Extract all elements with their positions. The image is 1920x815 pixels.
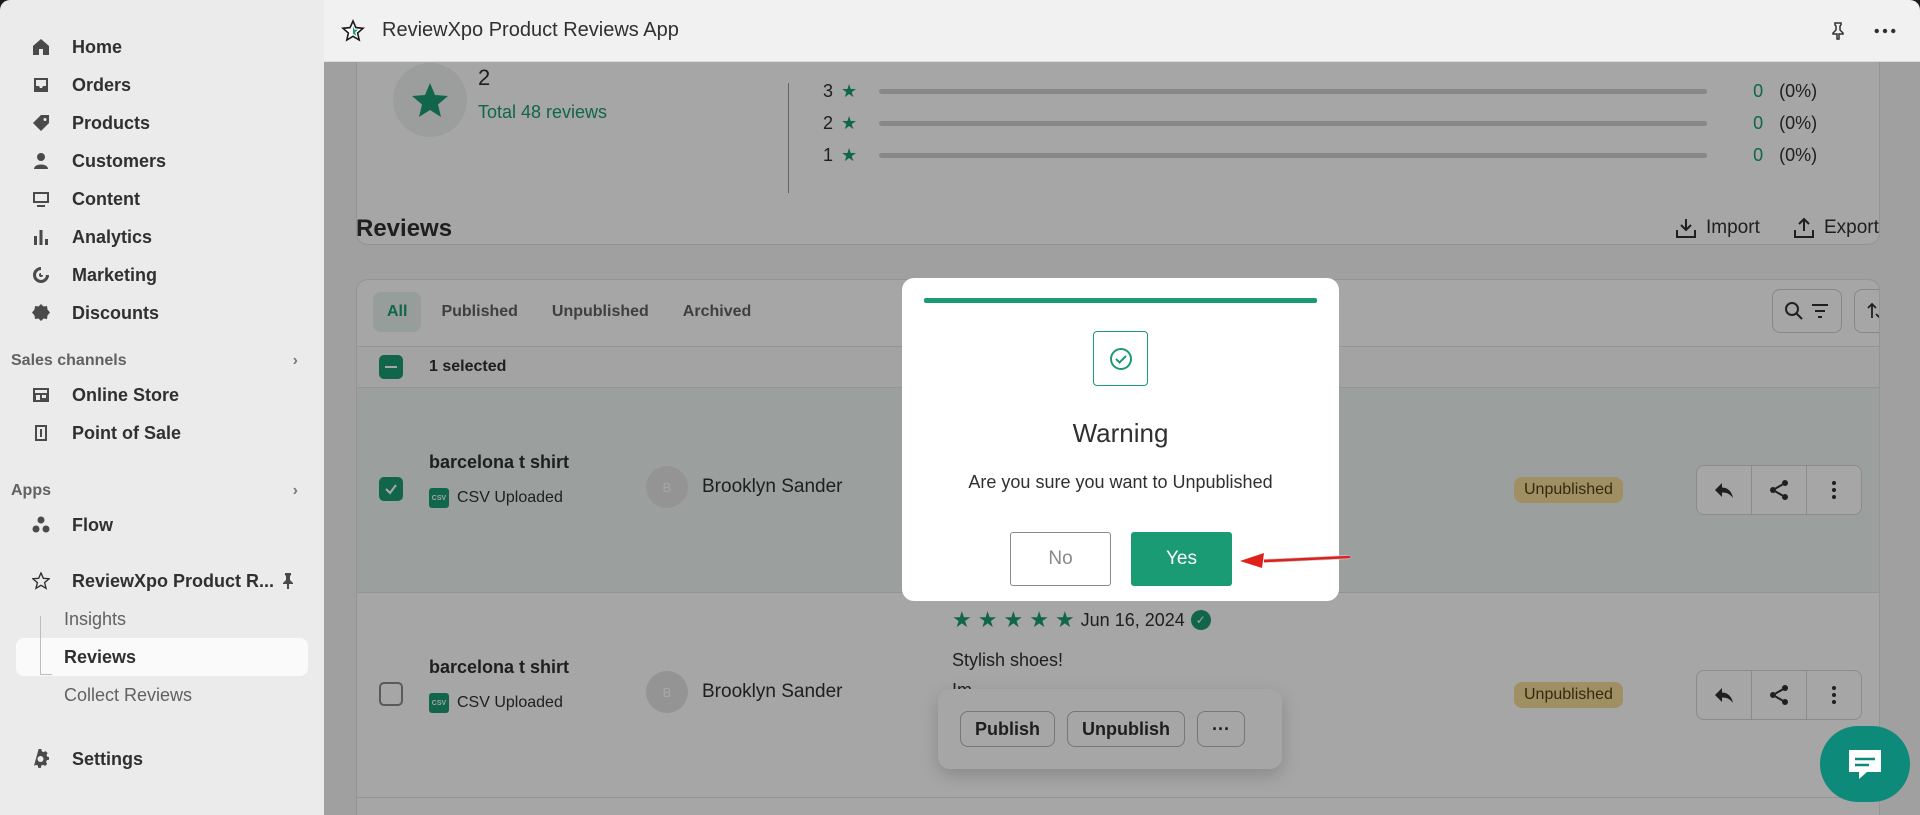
nav-label: Point of Sale xyxy=(72,422,182,443)
bar-chart-icon xyxy=(30,226,52,248)
app-title: ReviewXpo Product Reviews App xyxy=(382,19,679,41)
nav-label: Products xyxy=(72,112,151,133)
nav-label: Marketing xyxy=(72,264,158,285)
nav-customers[interactable]: Customers xyxy=(0,142,324,180)
nav-products[interactable]: Products xyxy=(0,104,324,142)
tree-line xyxy=(40,616,41,674)
nav-analytics[interactable]: Analytics xyxy=(0,218,324,256)
yes-button[interactable]: Yes xyxy=(1131,532,1232,586)
nav-label: Settings xyxy=(72,748,144,769)
star-logo-icon xyxy=(30,570,52,592)
no-button[interactable]: No xyxy=(1010,532,1111,586)
chat-icon xyxy=(1849,750,1881,779)
nav-content[interactable]: Content xyxy=(0,180,324,218)
flow-icon xyxy=(30,514,52,536)
pointer-arrow-icon xyxy=(1240,553,1351,568)
dialog-accent-line xyxy=(924,298,1317,303)
nav-orders[interactable]: Orders xyxy=(0,66,324,104)
chat-button[interactable] xyxy=(1820,726,1910,802)
pos-icon xyxy=(30,422,52,444)
app-header: ReviewXpo Product Reviews App xyxy=(324,0,1920,62)
person-icon xyxy=(30,150,52,172)
app-name: ReviewXpo Product R... xyxy=(72,570,275,591)
tree-elbow xyxy=(40,674,52,675)
app-reviewxpo[interactable]: ReviewXpo Product R... xyxy=(0,562,324,600)
sidebar: Home Orders Products Customers Content A… xyxy=(0,0,324,815)
nav-label: Home xyxy=(72,36,123,57)
sub-collect-reviews[interactable]: Collect Reviews xyxy=(0,676,324,714)
dialog-title: Warning xyxy=(1072,418,1169,448)
nav-label: Orders xyxy=(72,74,132,95)
check-circle-icon xyxy=(1093,331,1148,386)
nav-settings[interactable]: Settings xyxy=(0,740,324,778)
nav-discounts[interactable]: Discounts xyxy=(0,294,324,332)
tag-icon xyxy=(30,112,52,134)
sub-label: Collect Reviews xyxy=(64,684,193,705)
section-label: Sales channels xyxy=(11,352,127,369)
pin-icon[interactable] xyxy=(278,571,298,591)
apps-header[interactable]: Apps › xyxy=(0,476,324,506)
sub-reviews[interactable]: Reviews xyxy=(16,638,308,676)
gear-icon xyxy=(30,748,52,770)
more-icon[interactable] xyxy=(1874,27,1896,35)
nav-online-store[interactable]: Online Store xyxy=(0,376,324,414)
dialog-message: Are you sure you want to Unpublished xyxy=(968,472,1273,492)
nav-label: Analytics xyxy=(72,226,153,247)
store-icon xyxy=(30,384,52,406)
section-label: Apps xyxy=(11,482,51,499)
nav-label: Discounts xyxy=(72,302,160,323)
sub-label: Reviews xyxy=(64,646,137,667)
nav-point-of-sale[interactable]: Point of Sale xyxy=(0,414,324,452)
nav-label: Online Store xyxy=(72,384,180,405)
nav-marketing[interactable]: Marketing xyxy=(0,256,324,294)
pin-icon[interactable] xyxy=(1828,21,1848,41)
nav-label: Flow xyxy=(72,514,113,535)
sub-insights[interactable]: Insights xyxy=(0,600,324,638)
target-icon xyxy=(30,264,52,286)
image-icon xyxy=(30,188,52,210)
nav-label: Content xyxy=(72,188,140,209)
chevron-right-icon: › xyxy=(292,482,298,499)
discount-icon xyxy=(30,302,52,324)
sub-label: Insights xyxy=(64,608,127,629)
inbox-icon xyxy=(30,74,52,96)
home-icon xyxy=(30,36,52,58)
sales-channels-header[interactable]: Sales channels › xyxy=(0,346,324,376)
nav-home[interactable]: Home xyxy=(0,28,324,66)
nav-flow[interactable]: Flow xyxy=(0,506,324,544)
chevron-right-icon: › xyxy=(292,352,298,369)
nav-label: Customers xyxy=(72,150,167,171)
app-logo-icon xyxy=(340,18,366,44)
